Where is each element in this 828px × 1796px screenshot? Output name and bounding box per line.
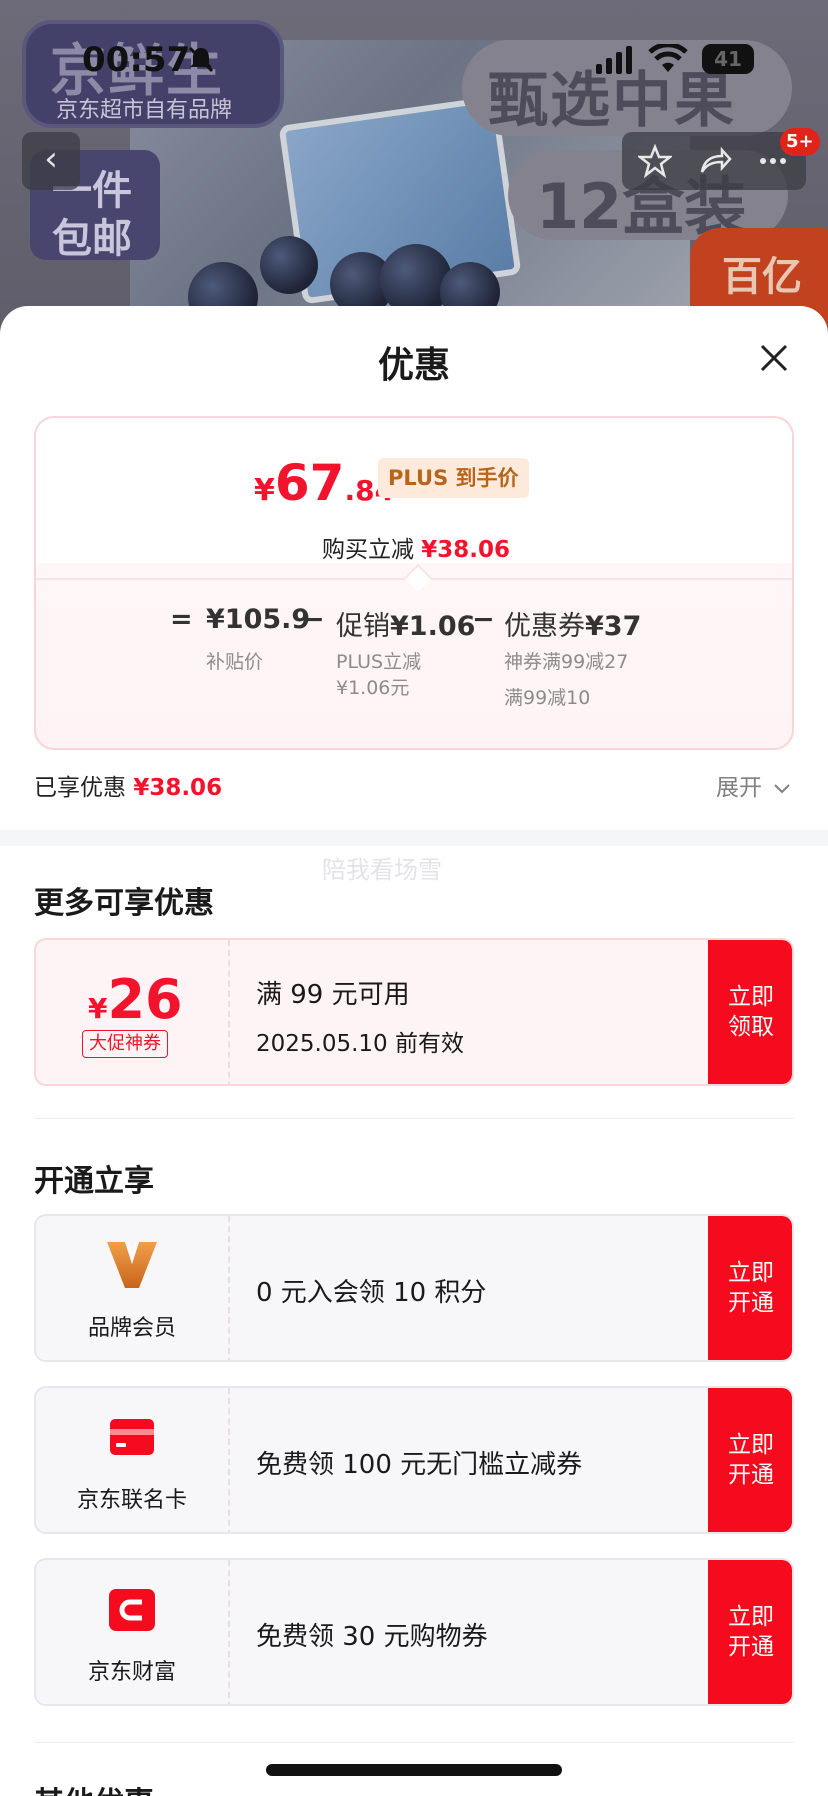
- back-button[interactable]: ‹: [22, 132, 80, 190]
- brand-subtitle: 京东超市自有品牌: [56, 98, 233, 123]
- subsidy-price-label: 补贴价: [206, 651, 264, 673]
- open-button-line1: 立即: [728, 1432, 774, 1458]
- promo-label: 促销: [336, 611, 390, 642]
- open-button-line1: 立即: [728, 1604, 774, 1630]
- battery-icon: 41: [702, 44, 754, 74]
- chevron-left-icon: ‹: [44, 139, 58, 179]
- blueberry: [260, 236, 318, 294]
- card-separator: [228, 1388, 230, 1532]
- other-discounts-title: 其他优惠: [34, 1778, 154, 1796]
- coupon-left: ¥26 大促神券: [36, 940, 228, 1084]
- coupon-label: 优惠券: [504, 611, 585, 642]
- bell-muted-icon: [188, 46, 214, 73]
- card-left: 品牌会员: [36, 1216, 228, 1360]
- claim-coupon-button[interactable]: 立即 领取: [708, 940, 792, 1084]
- jd-finance-label: 京东财富: [87, 1660, 176, 1685]
- cobrand-card-card: 京东联名卡 免费领 100 元无门槛立减券 立即 开通: [34, 1386, 794, 1534]
- cobrand-card-offer: 免费领 100 元无门槛立减券: [256, 1450, 583, 1480]
- enjoyed-label: 已享优惠: [34, 775, 126, 801]
- coupon-value: ¥37: [585, 611, 642, 642]
- more-discounts-title: 更多可享优惠: [34, 886, 214, 921]
- wifi-icon: [648, 44, 688, 72]
- promo-value: ¥1.06: [390, 611, 476, 642]
- open-button-line1: 立即: [728, 1260, 774, 1286]
- jd-finance-card: 京东财富 免费领 30 元购物券 立即 开通: [34, 1558, 794, 1706]
- enjoyed-discount: 已享优惠 ¥38.06: [34, 768, 222, 802]
- final-price-integer: 67: [274, 454, 345, 512]
- coupon-condition: 满 99 元可用: [256, 980, 410, 1010]
- coupon-deduction: 优惠券¥37: [504, 604, 641, 643]
- coupon-type-label: 大促神券: [82, 1030, 168, 1058]
- cellular-signal-icon: [596, 46, 632, 74]
- action-bar: [622, 132, 806, 190]
- status-time: 00:57: [82, 40, 191, 80]
- sheet-title: 优惠: [377, 345, 450, 386]
- message-count-badge: 5+: [780, 128, 820, 156]
- jd-finance-offer: 免费领 30 元购物券: [256, 1622, 488, 1652]
- instant-cut-value: ¥38.06: [421, 537, 511, 563]
- open-button-line2: 开通: [728, 1462, 774, 1488]
- discount-sheet: 优惠 ¥67.84 PLUS 到手价 购买立减 ¥38.06 = ¥105.9 …: [0, 306, 828, 1796]
- section-gap: [0, 830, 828, 846]
- formula-minus-1: −: [302, 604, 325, 635]
- promo-coupon-card: ¥26 大促神券 满 99 元可用 2025.05.10 前有效 立即 领取: [34, 938, 794, 1086]
- card-left: 京东财富: [36, 1560, 228, 1704]
- open-cobrand-card-button[interactable]: 立即 开通: [708, 1388, 792, 1532]
- chevron-down-icon: [774, 784, 791, 794]
- final-price-currency: ¥: [254, 473, 275, 508]
- brand-member-v-icon: [107, 1242, 157, 1288]
- card-separator: [228, 1560, 230, 1704]
- coupon-desc-2: 满99减10: [504, 687, 591, 709]
- share-icon[interactable]: [698, 144, 732, 178]
- open-button-line2: 开通: [728, 1290, 774, 1316]
- free-shipping-line2: 包邮: [52, 216, 132, 262]
- open-brand-member-button[interactable]: 立即 开通: [708, 1216, 792, 1360]
- open-section-title: 开通立享: [34, 1164, 154, 1199]
- section-divider: [34, 1118, 794, 1119]
- price-breakdown-card: ¥67.84 PLUS 到手价 购买立减 ¥38.06 = ¥105.9 补贴价…: [34, 416, 794, 750]
- section-divider: [34, 1742, 794, 1743]
- promo-desc-1: PLUS立减: [336, 651, 422, 673]
- promo-desc-2: ¥1.06元: [336, 677, 410, 699]
- coupon-amount-number: 26: [107, 968, 183, 1031]
- subsidy-badge-text: 百亿: [722, 254, 802, 300]
- formula-equals: =: [170, 604, 193, 635]
- cobrand-card-label: 京东联名卡: [76, 1488, 187, 1513]
- expand-button[interactable]: 展开: [716, 768, 791, 802]
- brand-member-offer: 0 元入会领 10 积分: [256, 1278, 487, 1308]
- home-indicator[interactable]: [266, 1764, 562, 1776]
- coupon-separator: [228, 940, 230, 1084]
- instant-cut: 购买立减 ¥38.06: [36, 530, 792, 564]
- coupon-currency: ¥: [88, 992, 108, 1025]
- credit-card-icon: [110, 1419, 154, 1455]
- coupon-desc-1: 神券满99减27: [504, 651, 629, 673]
- open-jd-finance-button[interactable]: 立即 开通: [708, 1560, 792, 1704]
- brand-member-label: 品牌会员: [87, 1316, 176, 1341]
- card-separator: [228, 1216, 230, 1360]
- enjoyed-value: ¥38.06: [133, 775, 223, 801]
- claim-button-line1: 立即: [728, 984, 774, 1010]
- card-notch: [403, 563, 433, 593]
- claim-button-line2: 领取: [728, 1014, 774, 1040]
- coupon-amount: ¥26: [88, 968, 183, 1031]
- wallet-icon: [109, 1589, 155, 1631]
- plus-price-tag: PLUS 到手价: [378, 458, 529, 498]
- coupon-validity: 2025.05.10 前有效: [256, 1031, 464, 1057]
- instant-cut-label: 购买立减: [321, 537, 414, 563]
- final-price: ¥67.84: [254, 454, 394, 512]
- open-button-line2: 开通: [728, 1634, 774, 1660]
- watermark-text: 陪我看场雪: [322, 856, 442, 884]
- close-icon[interactable]: [756, 340, 792, 376]
- brand-member-card: 品牌会员 0 元入会领 10 积分 立即 开通: [34, 1214, 794, 1362]
- subsidy-price: ¥105.9: [206, 604, 311, 635]
- formula-minus-2: −: [472, 604, 495, 635]
- card-left: 京东联名卡: [36, 1388, 228, 1532]
- promo-deduction: 促销¥1.06: [336, 604, 475, 643]
- star-icon[interactable]: [638, 144, 672, 178]
- expand-label: 展开: [716, 775, 762, 801]
